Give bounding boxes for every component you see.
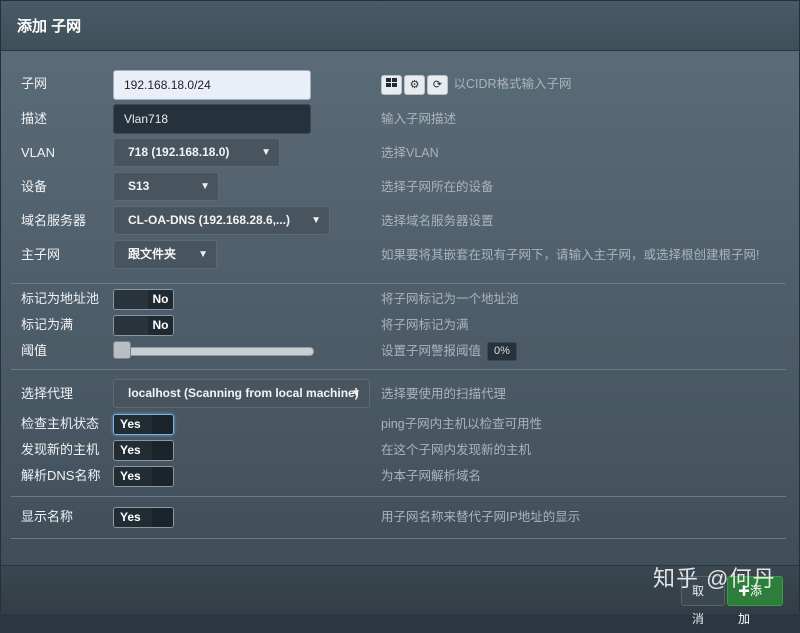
chevron-down-icon: ▼ (261, 147, 271, 158)
toggle-knob (152, 441, 173, 460)
toggle-knob (114, 316, 148, 335)
vlan-select[interactable]: 718 (192.168.18.0) ▼ (113, 138, 280, 167)
master-subnet-select[interactable]: 跟文件夹 ▼ (113, 240, 217, 269)
device-select[interactable]: S13 ▼ (113, 172, 219, 201)
dns-help: 选择域名服务器设置 (381, 214, 494, 228)
subnet-help-text: 以CIDR格式输入子网 (453, 77, 572, 91)
threshold-slider-track[interactable] (119, 347, 314, 356)
dns-select[interactable]: CL-OA-DNS (192.168.28.6,...) ▼ (113, 206, 330, 235)
vlan-select-value: 718 (192.168.18.0) (128, 145, 230, 159)
toggle-knob (114, 290, 148, 309)
row-vlan: VLAN 718 (192.168.18.0) ▼ 选择VLAN (1, 138, 800, 168)
full-toggle[interactable]: No (113, 315, 174, 336)
grid-icon[interactable] (381, 74, 402, 95)
threshold-badge: 0% (487, 342, 517, 362)
dns-label: 域名服务器 (21, 213, 87, 228)
row-subnet: 子网 192.168.18.0/24 ⚙ ⟳ 以CIDR格式输入子网 (1, 69, 800, 100)
resolve-label: 解析DNS名称 (21, 468, 101, 483)
master-subnet-help: 如果要将其嵌套在现有子网下，请输入主子网，或选择根创建根子网! (381, 248, 760, 262)
description-help: 输入子网描述 (381, 112, 457, 126)
row-resolve-dns: 解析DNS名称 Yes 为本子网解析域名 (1, 461, 800, 491)
agent-help: 选择要使用的扫描代理 (381, 387, 507, 401)
threshold-slider-handle[interactable] (113, 341, 131, 359)
agent-select[interactable]: localhost (Scanning from local machine) … (113, 379, 370, 408)
discover-toggle-value: Yes (114, 441, 152, 460)
show-names-label: 显示名称 (21, 509, 74, 524)
ping-toggle[interactable]: Yes (113, 414, 174, 435)
show-names-toggle[interactable]: Yes (113, 507, 174, 528)
threshold-label: 阈值 (21, 343, 48, 358)
show-names-help: 用子网名称来替代子网IP地址的显示 (381, 510, 581, 524)
divider (11, 369, 786, 370)
row-master-subnet: 主子网 跟文件夹 ▼ 如果要将其嵌套在现有子网下，请输入主子网，或选择根创建根子… (1, 240, 800, 270)
divider (11, 496, 786, 497)
description-label: 描述 (21, 111, 48, 126)
dns-select-value: CL-OA-DNS (192.168.28.6,...) (128, 213, 291, 227)
master-subnet-value: 跟文件夹 (128, 247, 177, 261)
agent-label: 选择代理 (21, 386, 74, 401)
device-help: 选择子网所在的设备 (381, 180, 494, 194)
chevron-down-icon: ▼ (351, 388, 361, 399)
chevron-down-icon: ▼ (198, 249, 208, 260)
toggle-knob (152, 508, 173, 527)
resolve-toggle[interactable]: Yes (113, 466, 174, 487)
threshold-help-text: 设置子网警报阈值 (381, 344, 482, 358)
resolve-help: 为本子网解析域名 (381, 469, 482, 483)
device-label: 设备 (21, 179, 48, 194)
master-subnet-label: 主子网 (21, 247, 61, 262)
watermark: 知乎 @何丹 (653, 566, 776, 591)
modal-header: 添加 子网 (1, 1, 799, 51)
refresh-icon[interactable]: ⟳ (427, 74, 448, 95)
row-description: 描述 Vlan718 输入子网描述 (1, 104, 800, 134)
subnet-label: 子网 (21, 76, 48, 91)
subnet-help: ⚙ ⟳ 以CIDR格式输入子网 (381, 69, 572, 99)
row-show-names: 显示名称 Yes 用子网名称来替代子网IP地址的显示 (1, 502, 800, 532)
row-agent: 选择代理 localhost (Scanning from local mach… (1, 379, 800, 409)
show-names-toggle-value: Yes (114, 508, 152, 527)
divider (11, 538, 786, 539)
toggle-knob (152, 467, 173, 486)
toggle-knob (152, 415, 173, 434)
vlan-help: 选择VLAN (381, 146, 439, 160)
row-dns: 域名服务器 CL-OA-DNS (192.168.28.6,...) ▼ 选择域… (1, 206, 800, 236)
subnet-input[interactable]: 192.168.18.0/24 (113, 70, 311, 100)
pool-toggle[interactable]: No (113, 289, 174, 310)
modal-title: 添加 子网 (17, 18, 82, 35)
ping-toggle-value: Yes (114, 415, 152, 434)
vlan-label: VLAN (21, 145, 55, 160)
resolve-toggle-value: Yes (114, 467, 152, 486)
row-device: 设备 S13 ▼ 选择子网所在的设备 (1, 172, 800, 202)
agent-select-value: localhost (Scanning from local machine) (128, 386, 359, 400)
device-select-value: S13 (128, 179, 150, 193)
cogs-icon[interactable]: ⚙ (404, 74, 425, 95)
chevron-down-icon: ▼ (311, 215, 321, 226)
chevron-down-icon: ▼ (200, 181, 210, 192)
threshold-help: 设置子网警报阈值 0% (381, 336, 517, 366)
description-input[interactable]: Vlan718 (113, 104, 311, 134)
full-toggle-value: No (148, 316, 173, 335)
pool-toggle-value: No (148, 290, 173, 309)
add-subnet-modal: 添加 子网 子网 192.168.18.0/24 ⚙ ⟳ 以CIDR格式输入子网 … (0, 0, 800, 626)
discover-toggle[interactable]: Yes (113, 440, 174, 461)
